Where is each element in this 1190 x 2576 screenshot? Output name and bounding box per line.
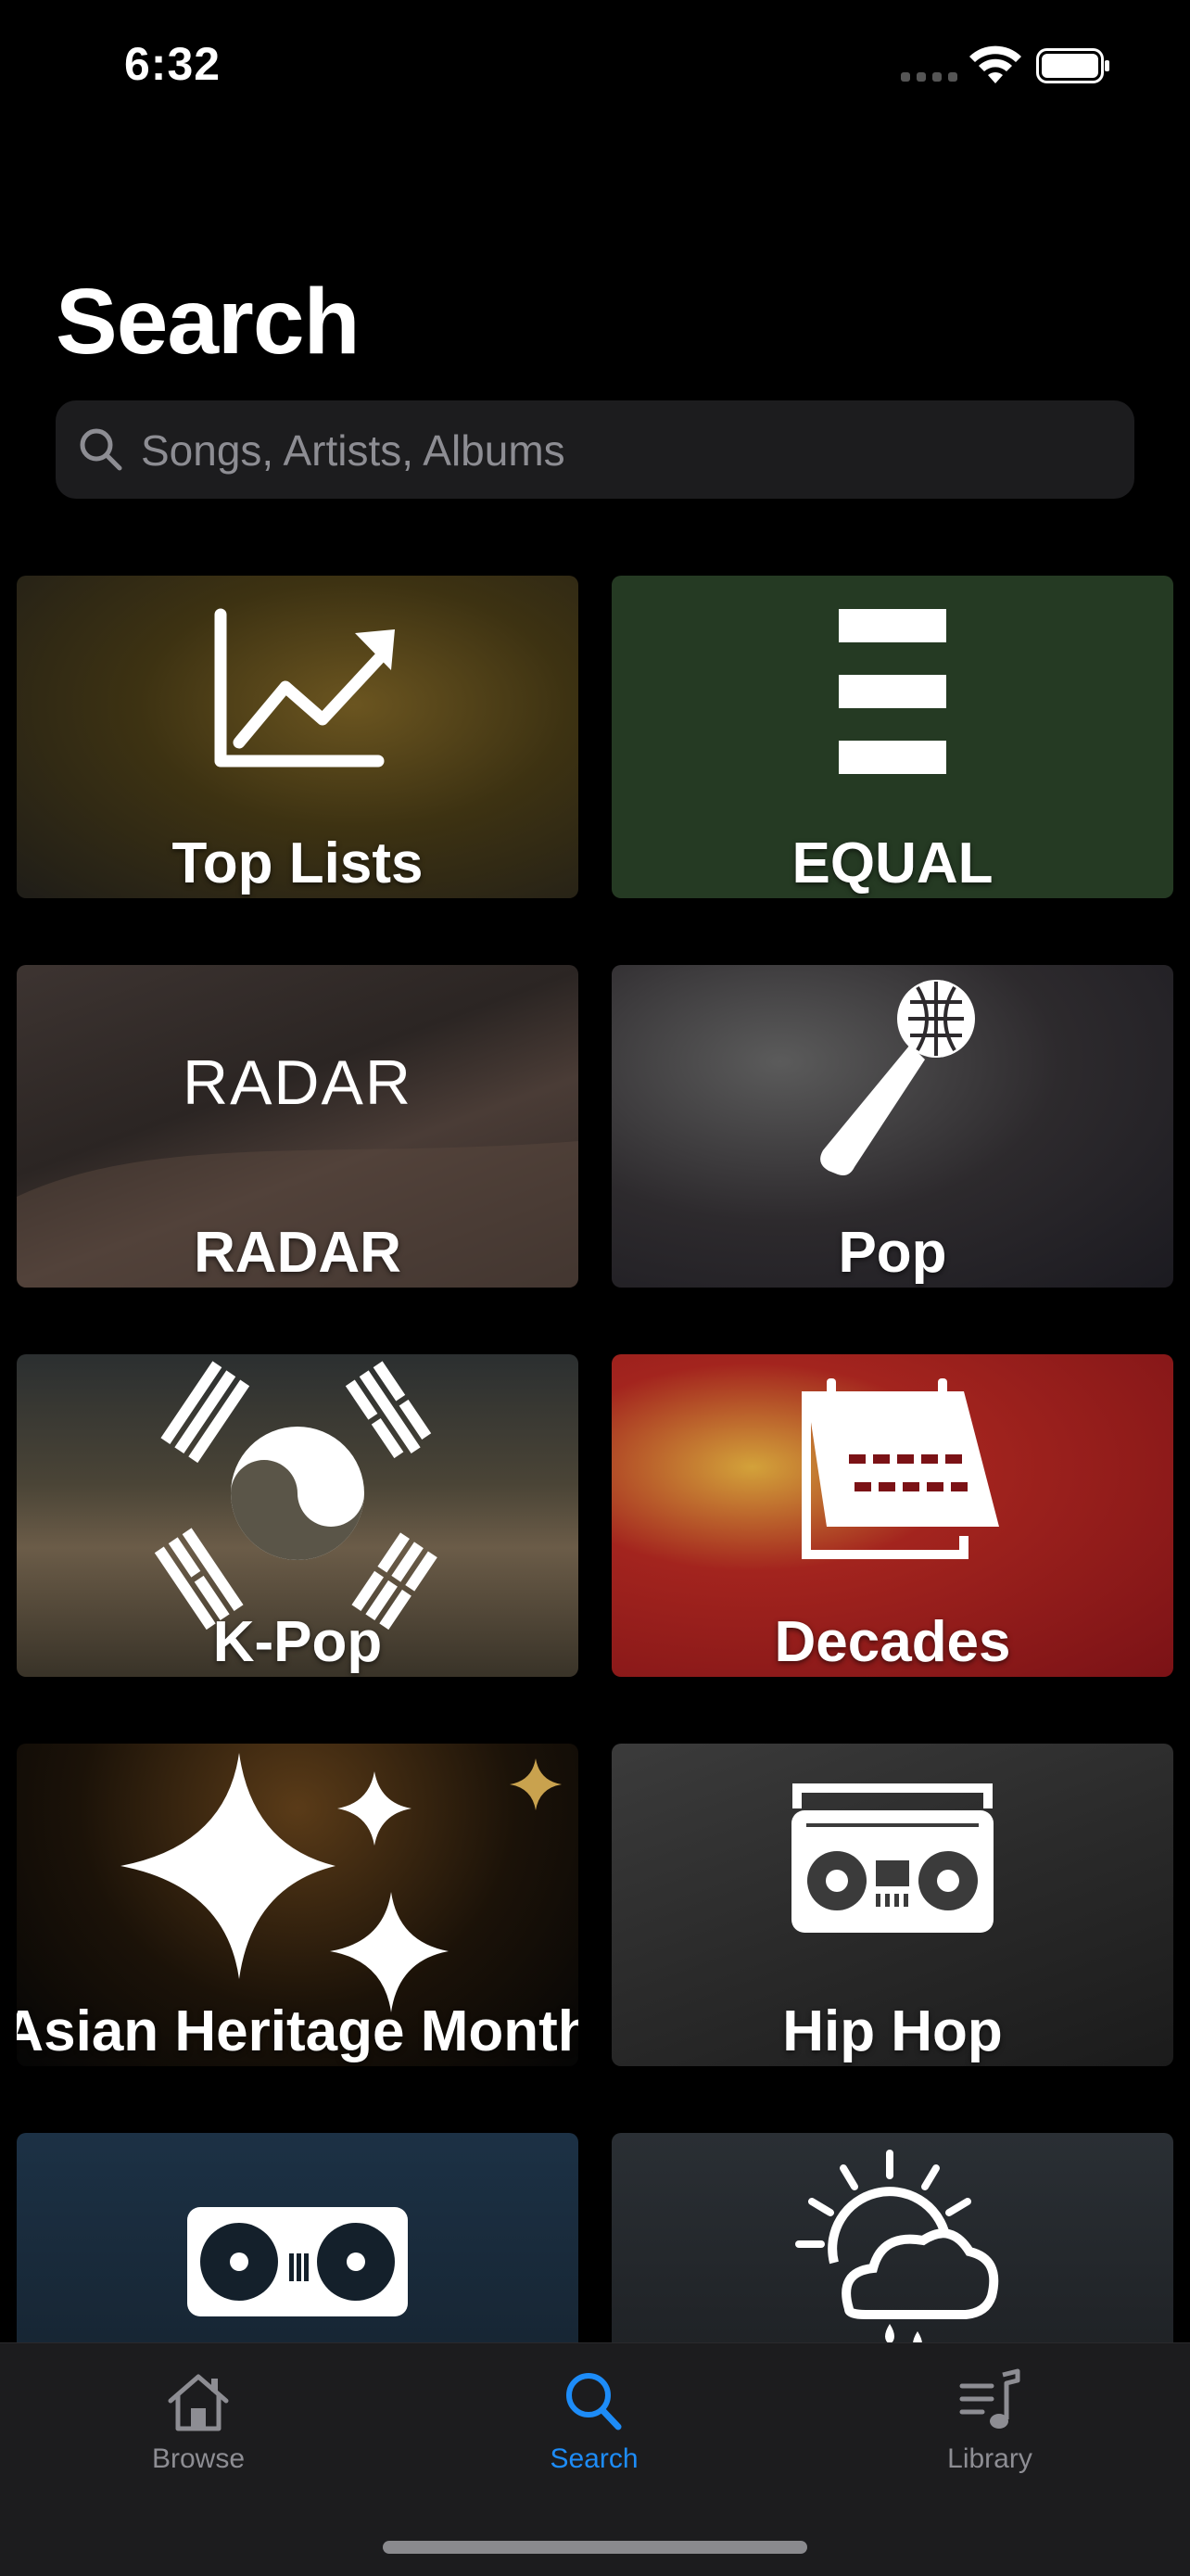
category-label: Hip Hop bbox=[782, 1999, 1003, 2063]
tab-label: Search bbox=[550, 2443, 639, 2474]
category-label: Decades bbox=[774, 1610, 1011, 1674]
category-label: Pop bbox=[838, 1221, 947, 1285]
category-label: K-Pop bbox=[212, 1610, 383, 1674]
category-tile-pop[interactable]: Pop bbox=[612, 965, 1173, 1288]
category-label: Top Lists bbox=[171, 831, 424, 895]
house-icon bbox=[168, 2374, 229, 2431]
music-library-icon bbox=[959, 2368, 1020, 2429]
search-bar[interactable] bbox=[56, 400, 1134, 501]
tab-label: Library bbox=[947, 2443, 1032, 2474]
wifi-icon bbox=[969, 45, 1021, 83]
tab-label: Browse bbox=[151, 2443, 246, 2474]
search-icon bbox=[566, 2373, 622, 2430]
category-tile-decades[interactable]: Decades bbox=[612, 1354, 1173, 1677]
category-tile-k-pop[interactable]: K-Pop bbox=[17, 1354, 578, 1677]
category-label: Asian Heritage Month bbox=[17, 1999, 578, 2063]
status-time: 6:32 bbox=[124, 38, 222, 90]
battery-icon bbox=[1036, 48, 1109, 83]
svg-text:RADAR: RADAR bbox=[183, 1047, 412, 1118]
search-input[interactable] bbox=[139, 400, 1116, 501]
status-bar: 6:32 bbox=[0, 0, 1190, 139]
page-title: Search bbox=[56, 270, 361, 374]
home-indicator bbox=[383, 2541, 807, 2554]
category-label: RADAR bbox=[194, 1221, 401, 1285]
tab-library[interactable]: Library bbox=[888, 2367, 1092, 2497]
category-tile-top-lists[interactable]: Top Lists bbox=[17, 576, 578, 898]
tab-search[interactable]: Search bbox=[492, 2367, 696, 2497]
category-tile-equal[interactable]: EQUAL bbox=[612, 576, 1173, 898]
category-tile-asian-heritage-month[interactable]: Asian Heritage Month bbox=[17, 1744, 578, 2066]
category-tile-hip-hop[interactable]: Hip Hop bbox=[612, 1744, 1173, 2066]
search-icon bbox=[80, 428, 122, 471]
cellular-signal-icon bbox=[901, 72, 958, 83]
tab-browse[interactable]: Browse bbox=[96, 2367, 300, 2497]
category-label: EQUAL bbox=[791, 831, 994, 895]
category-tile-radar[interactable]: RADAR RADAR bbox=[17, 965, 578, 1288]
